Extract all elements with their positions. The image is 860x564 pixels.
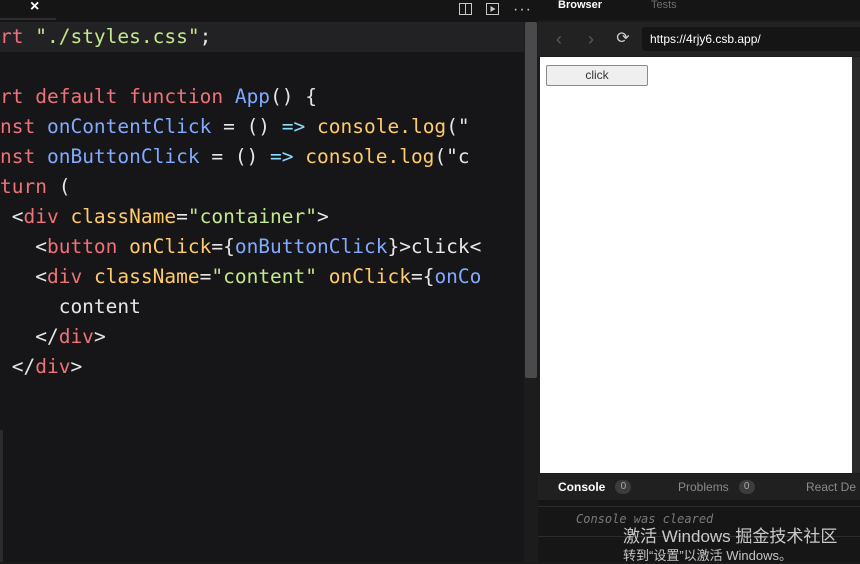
code-token: function: [129, 85, 235, 108]
code-token: =>: [281, 115, 306, 138]
tab-react-label: React De: [806, 480, 857, 494]
code-line[interactable]: rt "./styles.css";: [0, 22, 524, 52]
code-token: onCo: [434, 265, 482, 288]
code-line[interactable]: [0, 52, 524, 82]
code-token: (: [58, 175, 71, 198]
code-token: rt: [0, 85, 36, 108]
code-token: onClick: [328, 265, 411, 288]
code-line[interactable]: content: [0, 292, 524, 322]
code-token: log: [410, 115, 447, 138]
code-token: "container": [187, 205, 318, 228]
tab-problems-label: Problems: [678, 480, 729, 494]
console-count-badge: 0: [615, 480, 632, 494]
code-token: className: [93, 265, 200, 288]
code-token: <: [0, 265, 47, 288]
devtools-tabs: Console 0 Problems 0 React De: [538, 474, 860, 500]
activation-watermark-subtitle: 转到“设置”以激活 Windows。: [623, 548, 793, 563]
problems-count-badge: 0: [738, 480, 755, 494]
code-token: onClick: [129, 235, 212, 258]
editor-gutter-edge: [0, 430, 3, 562]
code-token: onContentClick: [46, 115, 212, 138]
code-token: turn: [0, 175, 59, 198]
code-token: onButtonClick: [46, 145, 200, 168]
code-token: App: [234, 85, 271, 108]
code-token: rt: [0, 25, 36, 48]
forward-arrow-icon[interactable]: ›: [580, 28, 602, 50]
tab-tests[interactable]: Tests: [651, 0, 677, 13]
viewport-scrollbar[interactable]: [852, 57, 860, 473]
code-token: >: [70, 355, 83, 378]
code-token: ={: [211, 235, 235, 258]
code-line[interactable]: <button onClick={onButtonClick}>click<: [0, 232, 524, 262]
code-token: ;: [199, 25, 212, 48]
code-line[interactable]: nst onContentClick = () => console.log(": [0, 112, 524, 142]
click-button[interactable]: click: [546, 65, 648, 86]
code-token: >: [317, 205, 329, 228]
code-editor[interactable]: × ··· rt "./styles.css"; rt default func…: [0, 0, 538, 562]
editor-scrollbar-thumb[interactable]: [525, 22, 537, 378]
code-token: nst: [0, 115, 47, 138]
code-token: (": [446, 115, 470, 138]
editor-actions: ···: [459, 0, 532, 20]
code-token: <: [0, 205, 24, 228]
code-content[interactable]: rt "./styles.css"; rt default function A…: [0, 22, 524, 382]
tab-browser[interactable]: Browser: [558, 0, 602, 13]
code-token: =>: [270, 145, 294, 168]
code-line[interactable]: <div className="content" onClick={onCo: [0, 262, 524, 292]
code-token: >: [93, 325, 106, 348]
code-token: }>click<: [387, 235, 482, 258]
code-token: div: [58, 325, 94, 348]
code-token: nst: [0, 145, 47, 168]
code-token: "./styles.css": [35, 25, 200, 48]
preview-icon[interactable]: [486, 3, 500, 17]
tab-console-label: Console: [558, 480, 606, 494]
browser-navbar: ‹ › ⟳ https://4rjy6.csb.app/: [538, 22, 860, 56]
more-options-icon[interactable]: ···: [513, 2, 532, 18]
url-bar[interactable]: https://4rjy6.csb.app/: [642, 27, 860, 51]
preview-panel: Browser Tests ‹ › ⟳ https://4rjy6.csb.ap…: [538, 0, 860, 562]
editor-tab-bar: × ···: [0, 0, 538, 20]
code-token: ("c: [434, 145, 470, 168]
reload-icon[interactable]: ⟳: [612, 28, 634, 50]
tab-react-devtools[interactable]: React De: [806, 474, 856, 500]
code-token: = (): [199, 145, 271, 168]
browser-viewport[interactable]: click: [540, 57, 852, 473]
code-token: div: [35, 355, 71, 378]
active-tab-indicator: [0, 18, 56, 20]
code-token: className: [70, 205, 177, 228]
split-view-icon[interactable]: [459, 3, 473, 17]
code-token: console.: [293, 145, 400, 168]
code-token: <: [0, 235, 47, 258]
code-token: </: [0, 325, 59, 348]
tab-problems[interactable]: Problems 0: [678, 474, 755, 500]
console-divider: [538, 506, 860, 507]
code-line[interactable]: rt default function App() {: [0, 82, 524, 112]
code-line[interactable]: </div>: [0, 352, 524, 382]
code-token: button: [46, 235, 130, 258]
preview-tabs: Browser Tests: [538, 0, 860, 20]
code-token: </: [0, 355, 36, 378]
code-line[interactable]: </div>: [0, 322, 524, 352]
code-token: default: [35, 85, 130, 108]
back-arrow-icon[interactable]: ‹: [548, 28, 570, 50]
code-line[interactable]: <div className="container">: [0, 202, 524, 232]
code-line[interactable]: turn (: [0, 172, 524, 202]
code-token: =: [176, 205, 188, 228]
code-token: div: [46, 265, 94, 288]
code-token: content: [0, 295, 141, 318]
code-line[interactable]: nst onButtonClick = () => console.log("c: [0, 142, 524, 172]
code-token: onButtonClick: [234, 235, 388, 258]
activation-watermark-title: 激活 Windows 掘金技术社区: [623, 527, 838, 546]
code-token: ={: [410, 265, 435, 288]
code-token: console.: [305, 115, 411, 138]
close-tab-icon[interactable]: ×: [30, 0, 39, 17]
code-token: div: [23, 205, 71, 228]
code-token: "content": [211, 265, 329, 288]
code-token: () {: [270, 85, 318, 108]
tab-console[interactable]: Console 0: [558, 474, 632, 500]
code-token: log: [399, 145, 435, 168]
code-token: =: [199, 265, 212, 288]
code-token: = (): [211, 115, 282, 138]
